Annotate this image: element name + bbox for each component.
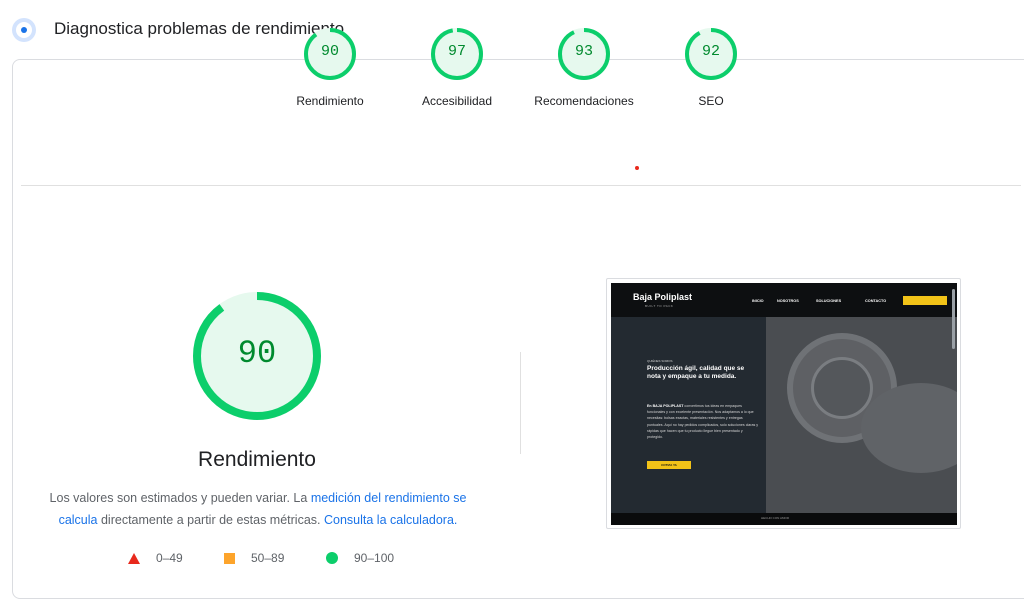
category-gauge-accessibility[interactable]: 97 Accesibilidad xyxy=(397,27,517,108)
triangle-icon xyxy=(128,552,140,564)
performance-title: Rendimiento xyxy=(198,448,316,471)
category-score: 97 xyxy=(447,43,466,60)
preview-body: En BAJA POLIPLAST convertimos tus ideas … xyxy=(647,403,759,440)
category-label: Accesibilidad xyxy=(421,94,493,108)
preview-nav-item: INICIO xyxy=(752,299,764,303)
description-text: Los valores son estimados y pueden varia… xyxy=(49,491,311,505)
legend-fail: 0–49 xyxy=(128,549,183,567)
vertical-divider xyxy=(520,352,521,454)
preview-body-lead: En BAJA POLIPLAST xyxy=(647,404,684,408)
preview-brand: Baja Poliplast xyxy=(633,292,693,302)
category-label: Rendimiento xyxy=(296,94,364,108)
performance-score: 90 xyxy=(237,335,277,372)
circle-icon xyxy=(326,552,338,564)
legend-range: 90–100 xyxy=(354,551,395,565)
notification-dot xyxy=(635,166,639,170)
category-scores: 90 Rendimiento 97 Accesibilidad 93 Recom… xyxy=(0,0,1024,126)
legend-average: 50–89 xyxy=(224,549,284,567)
section-divider xyxy=(21,185,1021,186)
preview-brand-tagline: BUILT TO PACK xyxy=(645,304,674,308)
website-preview: Baja Poliplast BUILT TO PACK INICIO NOSO… xyxy=(611,283,957,525)
preview-nav-cta xyxy=(903,296,947,305)
preview-footer-text: HECHO CON AMOR xyxy=(761,516,790,520)
legend-range: 50–89 xyxy=(251,551,285,565)
preview-cta-button: COTIZA YA xyxy=(647,461,691,469)
performance-description: Los valores son estimados y pueden varia… xyxy=(38,487,478,531)
calculator-link[interactable]: Consulta la calculadora. xyxy=(324,513,457,527)
preview-scrollbar xyxy=(952,289,955,349)
final-screenshot[interactable]: Baja Poliplast BUILT TO PACK INICIO NOSO… xyxy=(606,278,961,529)
preview-image-roller xyxy=(811,357,873,419)
category-score: 90 xyxy=(320,43,339,60)
preview-nav-item: CONTACTO xyxy=(865,299,887,303)
category-gauge-best-practices[interactable]: 93 Recomendaciones xyxy=(524,27,644,108)
legend-range: 0–49 xyxy=(156,551,183,565)
preview-headline: Producción ágil, calidad que se nota y e… xyxy=(647,365,745,380)
category-score: 93 xyxy=(574,43,593,60)
square-icon xyxy=(224,552,235,564)
description-text: directamente a partir de estas métricas. xyxy=(97,513,324,527)
category-label: Recomendaciones xyxy=(534,94,634,108)
category-label: SEO xyxy=(698,94,724,108)
category-score: 92 xyxy=(701,43,720,60)
preview-nav-item: NOSOTROS xyxy=(777,299,799,303)
score-legend: 0–49 50–89 90–100 xyxy=(128,549,428,567)
legend-pass: 90–100 xyxy=(326,549,394,567)
category-gauge-performance[interactable]: 90 Rendimiento xyxy=(270,27,390,108)
category-gauge-seo[interactable]: 92 SEO xyxy=(651,27,771,108)
preview-body-text: convertimos tus ideas en empaques funcio… xyxy=(647,404,759,440)
preview-nav-item: SOLUCIONES xyxy=(816,299,842,303)
preview-kicker: QUIÉNES SOMOS xyxy=(647,359,673,363)
